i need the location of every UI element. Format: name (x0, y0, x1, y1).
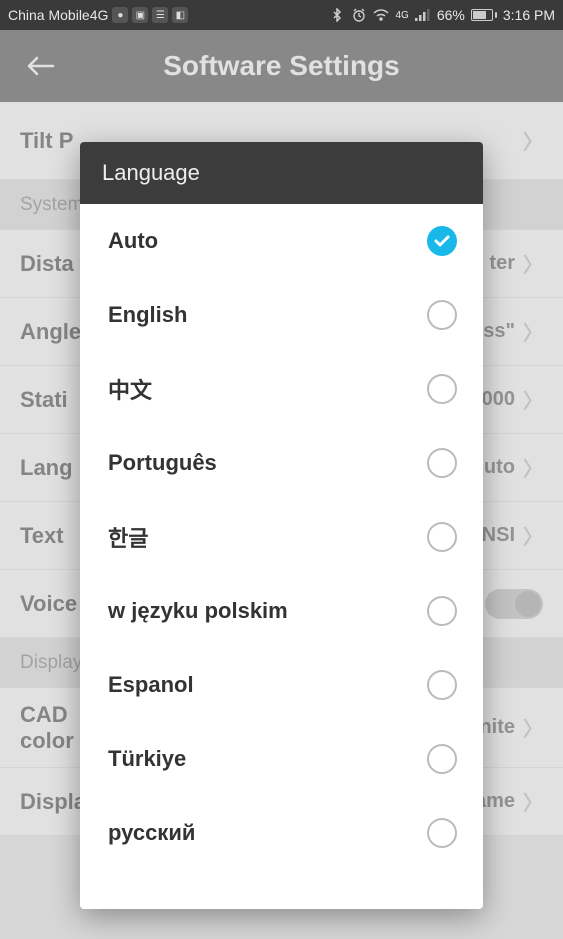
language-option-label: Português (108, 450, 217, 476)
language-option[interactable]: Espanol (80, 648, 483, 722)
radio-unchecked-icon[interactable] (427, 670, 457, 700)
radio-unchecked-icon[interactable] (427, 744, 457, 774)
signal-icon (415, 7, 431, 23)
radio-unchecked-icon[interactable] (427, 818, 457, 848)
language-option-label: w języku polskim (108, 598, 288, 624)
language-option[interactable]: 한글 (80, 500, 483, 574)
wifi-icon (373, 7, 389, 23)
battery-icon (471, 9, 497, 21)
language-option[interactable]: Auto (80, 204, 483, 278)
language-option-label: Auto (108, 228, 158, 254)
language-option-label: English (108, 302, 187, 328)
language-option[interactable]: w języku polskim (80, 574, 483, 648)
notif-icon: ● (112, 7, 128, 23)
language-option-label: 中文 (108, 373, 152, 405)
alarm-icon (351, 7, 367, 23)
radio-checked-icon[interactable] (427, 226, 457, 256)
language-option[interactable]: English (80, 278, 483, 352)
radio-unchecked-icon[interactable] (427, 522, 457, 552)
carrier-label: China Mobile4G (8, 7, 108, 23)
radio-unchecked-icon[interactable] (427, 596, 457, 626)
language-option[interactable]: русский (80, 796, 483, 870)
status-bar: China Mobile4G ● ▣ ☰ ◧ 4G 66% (0, 0, 563, 30)
language-option-list[interactable]: Auto English 中文 Português 한글 w języku polskim… (80, 204, 483, 909)
notif-icon: ▣ (132, 7, 148, 23)
dialog-title: Language (80, 142, 483, 204)
language-option[interactable]: Português (80, 426, 483, 500)
language-option[interactable]: 中文 (80, 352, 483, 426)
status-right: 4G 66% 3:16 PM (329, 7, 555, 23)
radio-unchecked-icon[interactable] (427, 448, 457, 478)
language-dialog: Language Auto English 中文 Português 한글 w język… (80, 142, 483, 909)
language-option-label: русский (108, 820, 195, 846)
language-option-label: Espanol (108, 672, 194, 698)
radio-unchecked-icon[interactable] (427, 300, 457, 330)
clock-label: 3:16 PM (503, 7, 555, 23)
radio-unchecked-icon[interactable] (427, 374, 457, 404)
notif-icon: ☰ (152, 7, 168, 23)
language-option-label: 한글 (108, 521, 148, 553)
network-type-label: 4G (395, 10, 408, 21)
screen: China Mobile4G ● ▣ ☰ ◧ 4G 66% (0, 0, 563, 939)
notif-icon: ◧ (172, 7, 188, 23)
battery-pct-label: 66% (437, 7, 465, 23)
language-option[interactable]: Türkiye (80, 722, 483, 796)
status-left: China Mobile4G ● ▣ ☰ ◧ (8, 7, 188, 23)
bluetooth-icon (329, 7, 345, 23)
language-option-label: Türkiye (108, 746, 186, 772)
